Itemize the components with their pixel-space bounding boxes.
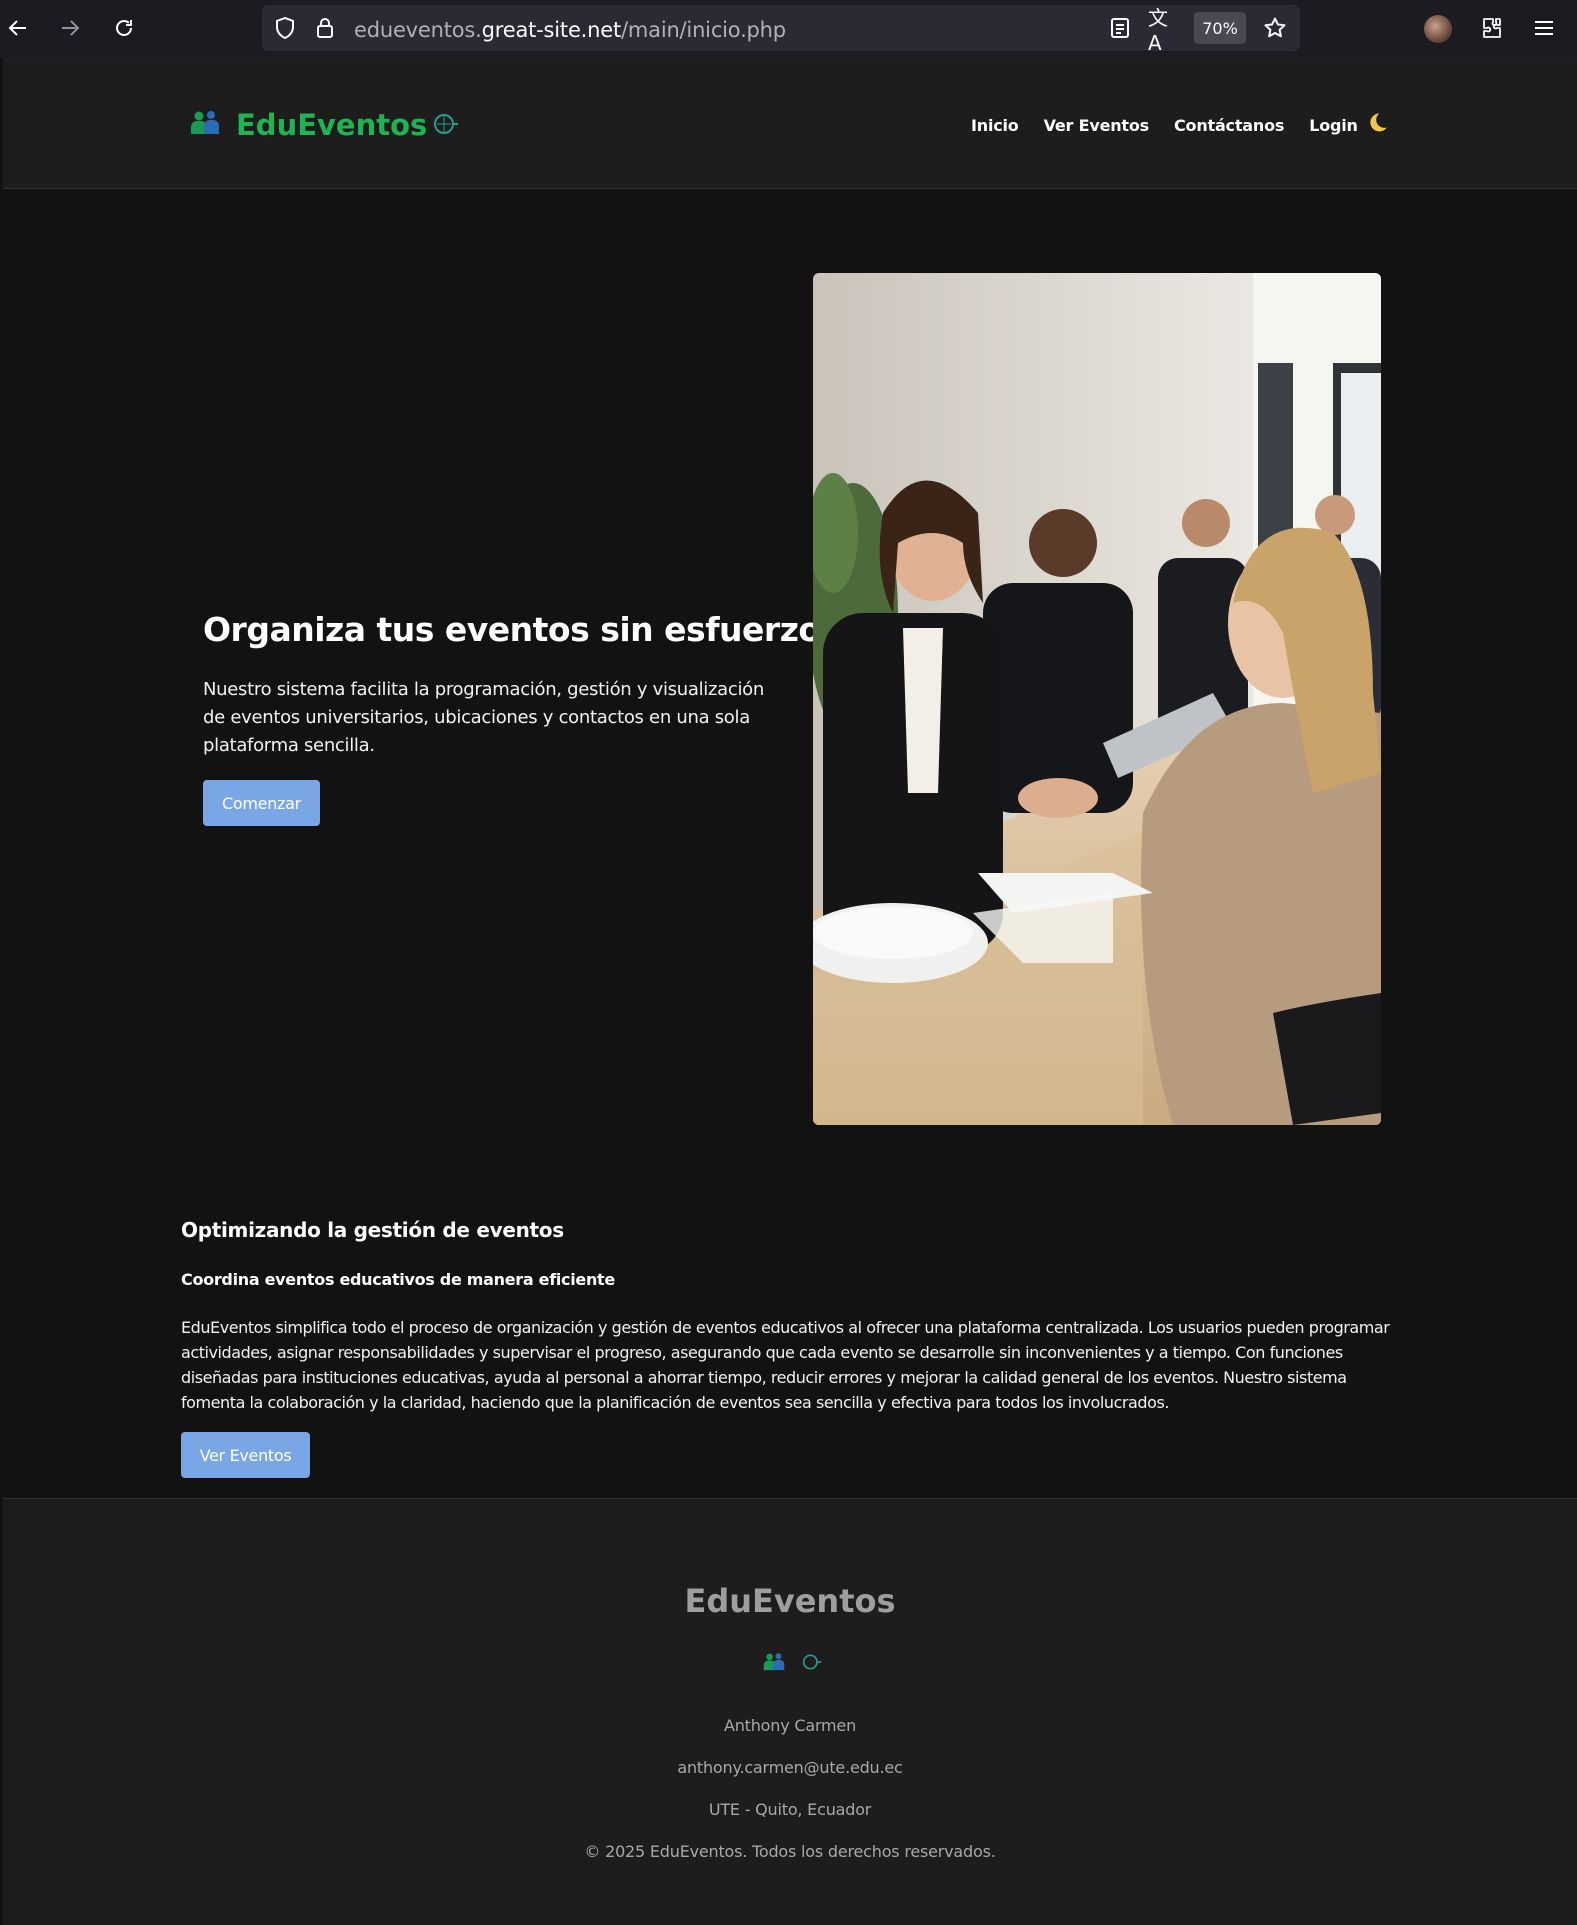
hero-description: Nuestro sistema facilita la programación… [203,679,764,756]
address-bar[interactable]: edueventos.great-site.net/main/inicio.ph… [262,5,1300,55]
globe-icon [433,112,459,141]
footer-logo [763,1652,823,1677]
nav-login[interactable]: Login [1309,116,1358,135]
url-text[interactable]: edueventos.great-site.net/main/inicio.ph… [354,18,786,42]
browser-toolbar: edueventos.great-site.net/main/inicio.ph… [0,0,1577,58]
site-footer: EduEventos Anthony Carmen anthony.carmen… [3,1498,1577,1925]
nav-inicio[interactable]: Inicio [971,116,1019,135]
nav-ver-eventos[interactable]: Ver Eventos [1044,116,1150,135]
hero-image [813,273,1381,1125]
extensions-icon[interactable] [1478,14,1506,42]
main-nav: Inicio Ver Eventos Contáctanos Login [971,116,1358,135]
moon-icon[interactable] [1365,111,1389,141]
back-icon[interactable] [4,14,32,42]
globe-icon [801,1652,823,1677]
zoom-level[interactable]: 70% [1194,12,1246,44]
section-title: Optimizando la gestión de eventos [181,1218,564,1242]
reload-icon[interactable] [110,14,138,42]
section-body: EduEventos simplifica todo el proceso de… [181,1318,1390,1412]
start-button[interactable]: Comenzar [203,780,320,826]
account-avatar-icon[interactable] [1424,15,1452,43]
brand-name: EduEventos [236,108,428,142]
footer-brand: EduEventos [684,1582,896,1620]
footer-copyright: © 2025 EduEventos. Todos los derechos re… [584,1842,996,1861]
site-header: EduEventos Inicio Ver Eventos Contáctano… [3,58,1577,189]
footer-author: Anthony Carmen [723,1716,857,1735]
footer-location: UTE - Quito, Ecuador [708,1800,872,1819]
hero-title: Organiza tus eventos sin esfuerzo [203,610,821,649]
menu-icon[interactable] [1530,14,1558,42]
star-icon[interactable] [1262,15,1288,41]
people-icon [190,110,220,141]
view-events-button[interactable]: Ver Eventos [181,1432,310,1478]
shield-icon[interactable] [272,15,298,41]
brand-logo[interactable]: EduEventos [190,108,459,142]
forward-icon[interactable] [56,14,84,42]
lock-icon[interactable] [312,15,338,41]
translate-icon[interactable]: 文A [1148,6,1176,55]
nav-contactanos[interactable]: Contáctanos [1174,116,1284,135]
people-icon [763,1652,785,1677]
footer-email[interactable]: anthony.carmen@ute.edu.ec [3,1758,1577,1777]
section-subtitle: Coordina eventos educativos de manera ef… [181,1270,615,1289]
reader-view-icon[interactable] [1108,16,1132,40]
